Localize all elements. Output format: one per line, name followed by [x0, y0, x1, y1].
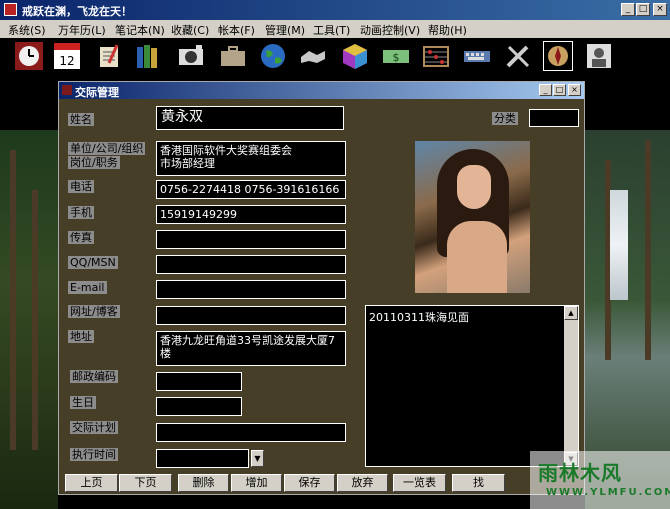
contact-dialog: 交际管理 _ □ × 姓名 黄永双 分类 单位/公司/组织 岗位/职务 香港国际… — [58, 81, 585, 495]
notebook-icon[interactable] — [95, 41, 125, 71]
toolbar: 12 $ — [0, 38, 670, 74]
org-label: 单位/公司/组织 — [68, 142, 146, 155]
email-label: E-mail — [68, 281, 107, 294]
address-label: 地址 — [68, 330, 94, 343]
memo-area[interactable]: 20110311珠海见面 ▲ ▼ — [365, 305, 579, 467]
dialog-title: 交际管理 — [75, 86, 119, 99]
exec-time-dropdown-icon[interactable]: ▼ — [251, 450, 264, 467]
dialog-icon — [62, 85, 72, 95]
close-button[interactable]: × — [653, 3, 667, 16]
menu-favorites[interactable]: 收藏(C) — [171, 22, 209, 38]
portrait-icon[interactable] — [584, 41, 614, 71]
svg-text:$: $ — [393, 51, 400, 64]
fax-field[interactable] — [156, 230, 346, 249]
memo-text: 20110311珠海见面 — [369, 311, 469, 324]
calendar-icon[interactable]: 12 — [52, 41, 82, 71]
compass-icon[interactable] — [543, 41, 573, 71]
money-icon[interactable]: $ — [381, 41, 411, 71]
position-label: 岗位/职务 — [68, 156, 120, 169]
watermark-name: 雨林木风 — [538, 461, 622, 485]
app-icon[interactable] — [4, 3, 17, 16]
discard-button[interactable]: 放弃 — [337, 474, 388, 492]
menu-manage[interactable]: 管理(M) — [265, 22, 305, 38]
birthday-field[interactable] — [156, 397, 242, 416]
phone-field[interactable]: 0756-2274418 0756-391616166 — [156, 180, 346, 199]
list-view-button[interactable]: 一览表 — [393, 474, 446, 492]
waterfall-image — [610, 190, 628, 300]
menu-notebook[interactable]: 笔记本(N) — [115, 22, 165, 38]
website-field[interactable] — [156, 306, 346, 325]
org-field[interactable]: 香港国际软件大奖赛组委会 市场部经理 — [156, 141, 346, 176]
menu-help[interactable]: 帮助(H) — [428, 22, 467, 38]
forest-left-image — [0, 130, 58, 509]
memo-scrollbar[interactable]: ▲ ▼ — [564, 306, 578, 466]
scroll-up-icon[interactable]: ▲ — [564, 306, 578, 320]
save-button[interactable]: 保存 — [284, 474, 335, 492]
postcode-label: 邮政编码 — [70, 370, 118, 383]
delete-button[interactable]: 删除 — [178, 474, 229, 492]
exec-time-label: 执行时间 — [70, 448, 118, 461]
window-titlebar: 戒跃在渊，飞龙在天！ _ □ × — [0, 0, 670, 20]
window-title: 戒跃在渊，飞龙在天！ — [22, 5, 132, 18]
svg-text:12: 12 — [59, 54, 74, 68]
maximize-button[interactable]: □ — [636, 3, 650, 16]
watermark-logo: 雨林木风 WWW.YLMFU.COM — [530, 451, 670, 509]
postcode-field[interactable] — [156, 372, 242, 391]
menu-system[interactable]: 系统(S) — [8, 22, 46, 38]
tools-icon[interactable] — [503, 41, 533, 71]
minimize-button[interactable]: _ — [621, 3, 635, 16]
menu-tools[interactable]: 工具(T) — [313, 22, 350, 38]
next-page-button[interactable]: 下页 — [119, 474, 172, 492]
dialog-titlebar: 交际管理 _ □ × — [59, 82, 584, 99]
find-button[interactable]: 找 — [452, 474, 505, 492]
category-field[interactable] — [529, 109, 579, 127]
camera-icon[interactable] — [176, 41, 206, 71]
menu-calendar[interactable]: 万年历(L) — [58, 22, 106, 38]
menu-ledger[interactable]: 帐本(F) — [218, 22, 255, 38]
cube-icon[interactable] — [340, 41, 370, 71]
exec-time-field[interactable] — [156, 449, 249, 468]
handshake-icon[interactable] — [298, 41, 328, 71]
globe-icon[interactable] — [258, 41, 288, 71]
briefcase-icon[interactable] — [218, 41, 248, 71]
fax-label: 传真 — [68, 231, 94, 244]
mobile-label: 手机 — [68, 206, 94, 219]
menu-bar: 系统(S) 万年历(L) 笔记本(N) 收藏(C) 帐本(F) 管理(M) 工具… — [0, 20, 670, 39]
watermark-url: WWW.YLMFU.COM — [546, 487, 670, 498]
mobile-field[interactable]: 15919149299 — [156, 205, 346, 224]
abacus-icon[interactable] — [421, 41, 451, 71]
name-field[interactable]: 黄永双 — [156, 106, 344, 130]
keyboard-icon[interactable] — [462, 41, 492, 71]
button-bar: 上页 下页 删除 增加 保存 放弃 一览表 找 — [59, 474, 584, 494]
email-field[interactable] — [156, 280, 346, 299]
plan-field[interactable] — [156, 423, 346, 442]
phone-label: 电话 — [68, 180, 94, 193]
add-button[interactable]: 增加 — [231, 474, 282, 492]
menu-animation[interactable]: 动画控制(V) — [360, 22, 420, 38]
qq-label: QQ/MSN — [68, 256, 118, 269]
contact-photo — [415, 141, 530, 293]
category-label: 分类 — [492, 112, 518, 125]
clock-icon[interactable] — [14, 41, 44, 71]
address-field[interactable]: 香港九龙旺角道33号凯途发展大厦7楼 — [156, 331, 346, 366]
birthday-label: 生日 — [70, 396, 96, 409]
dialog-maximize-button[interactable]: □ — [553, 84, 566, 96]
dialog-close-button[interactable]: × — [568, 84, 581, 96]
qq-field[interactable] — [156, 255, 346, 274]
dialog-minimize-button[interactable]: _ — [539, 84, 552, 96]
plan-label: 交际计划 — [70, 421, 118, 434]
name-label: 姓名 — [68, 113, 94, 126]
books-icon[interactable] — [133, 41, 163, 71]
website-label: 网址/博客 — [68, 305, 120, 318]
prev-page-button[interactable]: 上页 — [65, 474, 118, 492]
